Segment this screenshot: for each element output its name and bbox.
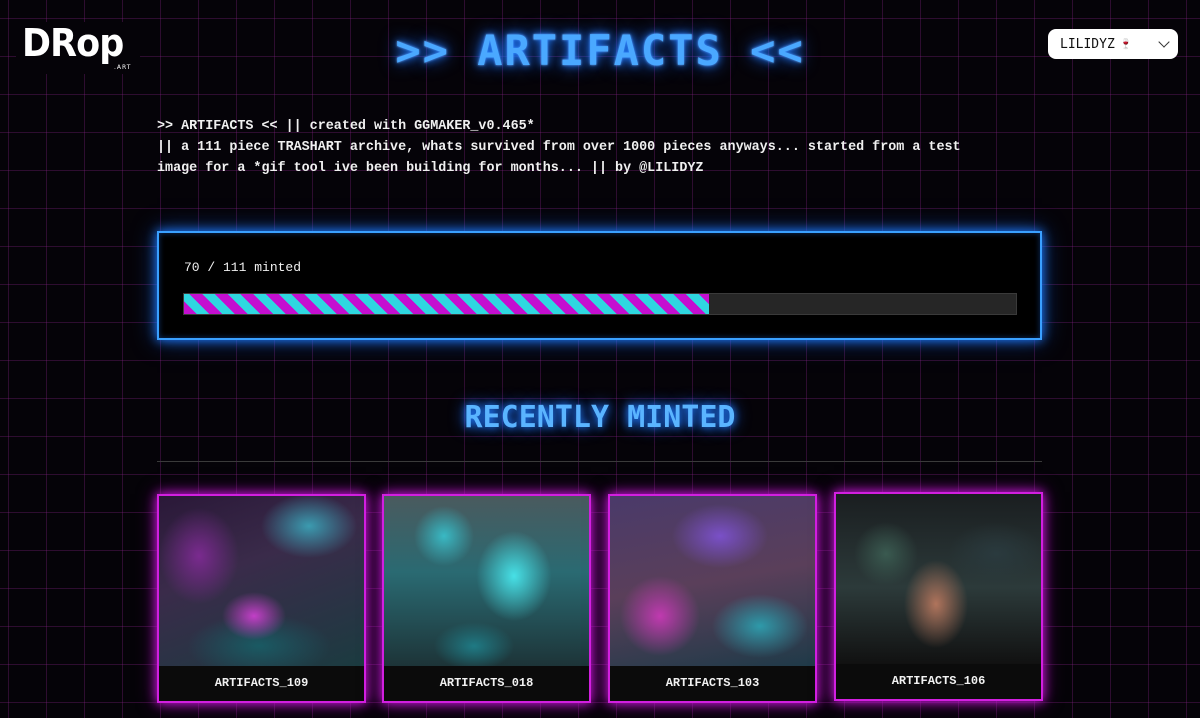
section-divider [157, 461, 1042, 462]
description-line: >> ARTIFACTS << || created with GGMAKER_… [157, 119, 535, 134]
artwork-thumbnail [159, 496, 364, 666]
nft-card[interactable]: ARTIFACTS_109 [157, 494, 366, 703]
recently-minted-heading: RECENTLY MINTED [464, 400, 736, 435]
nft-card[interactable]: ARTIFACTS_103 [608, 494, 817, 703]
mint-progress-label: 70 / 111 minted [184, 260, 302, 275]
description-line: image for a *gif tool ive been building … [157, 161, 704, 176]
wine-glass-icon: 🍷 [1119, 38, 1133, 50]
nft-card-title: ARTIFACTS_018 [384, 666, 589, 701]
user-menu-dropdown[interactable]: LILIDYZ 🍷 [1048, 29, 1178, 59]
nft-card-title: ARTIFACTS_103 [610, 666, 815, 701]
artwork-thumbnail [610, 496, 815, 666]
nft-card[interactable]: ARTIFACTS_018 [382, 494, 591, 703]
mint-progress-fill [184, 294, 709, 314]
artwork-thumbnail [384, 496, 589, 666]
collection-description: >> ARTIFACTS << || created with GGMAKER_… [157, 116, 1037, 179]
artwork-thumbnail [836, 494, 1041, 664]
user-name: LILIDYZ [1060, 36, 1115, 52]
chevron-down-icon [1158, 36, 1170, 48]
nft-card[interactable]: ARTIFACTS_106 [834, 492, 1043, 701]
description-line: || a 111 piece TRASHART archive, whats s… [157, 140, 961, 155]
nft-card-title: ARTIFACTS_109 [159, 666, 364, 701]
page-title: >> ARTIFACTS << [395, 26, 805, 75]
mint-progress-card: 70 / 111 minted [157, 231, 1042, 340]
nft-card-title: ARTIFACTS_106 [836, 664, 1041, 699]
mint-progress-bar [183, 293, 1017, 315]
